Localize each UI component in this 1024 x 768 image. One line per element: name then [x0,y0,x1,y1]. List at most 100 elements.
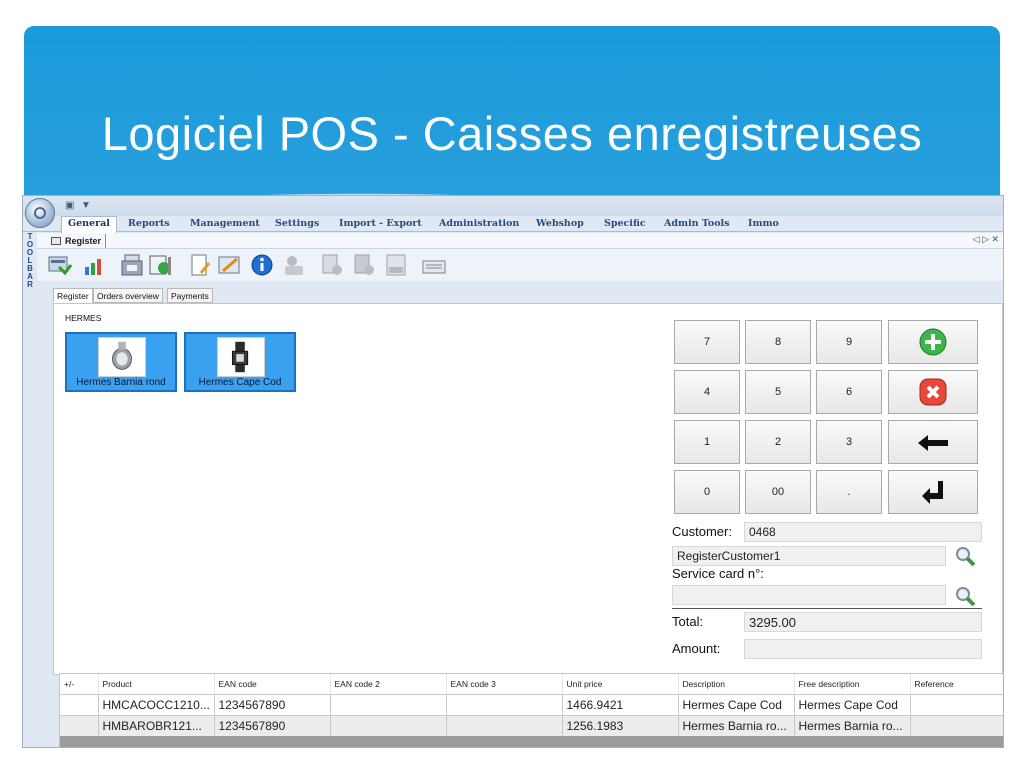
cell[interactable] [910,694,1003,716]
column-header[interactable]: +/- [60,674,99,695]
cell[interactable] [60,694,99,716]
column-header[interactable]: Description [678,674,795,695]
document-tab-label: Register [65,236,102,246]
key-2[interactable]: 2 [745,420,811,464]
add-book-icon[interactable] [351,253,377,277]
grid-header-row: +/- Product EAN code EAN code 2 EAN code… [60,674,1003,695]
enter-icon [922,481,943,504]
tab-import-export[interactable]: Import - Export [339,218,422,229]
column-header[interactable]: Reference [910,674,1003,695]
cell[interactable] [330,715,447,737]
cell[interactable] [910,715,1003,737]
cell[interactable]: HMCACOCC1210... [98,694,215,716]
product-tile-hermes-barnia-rond[interactable]: Hermes Barnia rond [65,332,177,392]
tab-admin-tools[interactable]: Admin Tools [664,218,730,229]
cell[interactable]: 1234567890 [214,694,331,716]
add-button[interactable] [888,320,978,364]
add-document-icon[interactable] [319,253,345,277]
key-8[interactable]: 8 [745,320,811,364]
enter-button[interactable] [888,470,978,514]
tab-webshop[interactable]: Webshop [536,218,584,229]
tab-immo[interactable]: Immo [748,218,779,229]
cell[interactable]: Hermes Barnia ro... [794,715,911,737]
customer-search-icon[interactable] [954,545,976,567]
tab-general[interactable]: General [61,216,117,233]
column-header[interactable]: Unit price [562,674,679,695]
key-4[interactable]: 4 [674,370,740,414]
xlsx-export-icon[interactable] [383,253,409,277]
add-icon [919,328,947,356]
stats-icon[interactable] [81,253,107,277]
register-panel: HERMES Hermes Barnia rond Hermes Cape Co… [53,303,1003,675]
cell[interactable]: HMBAROBR121... [98,715,215,737]
tab-orders-overview[interactable]: Orders overview [93,288,163,303]
column-header[interactable]: EAN code 2 [330,674,447,695]
column-header[interactable]: Product [98,674,215,695]
application-menu-button[interactable] [25,198,55,228]
customer-name-field[interactable]: RegisterCustomer1 [672,546,946,566]
product-tile-hermes-cape-cod[interactable]: Hermes Cape Cod [184,332,296,392]
refresh-report-icon[interactable] [147,253,173,277]
cell[interactable]: Hermes Cape Cod [794,694,911,716]
icon-toolbar [37,249,1003,281]
tab-administration[interactable]: Administration [439,218,519,229]
register-icon[interactable] [47,253,73,277]
order-lines-grid: +/- Product EAN code EAN code 2 EAN code… [59,673,1003,747]
key-9[interactable]: 9 [816,320,882,364]
document-tab-controls[interactable]: ◁ ▷ ✕ [973,234,999,245]
keyboard-icon[interactable] [421,253,447,277]
info-icon[interactable] [249,253,275,277]
table-row[interactable]: HMBAROBR121... 1234567890 1256.1983 Herm… [60,715,1003,737]
key-decimal[interactable]: . [816,470,882,514]
document-tab-register[interactable]: Register [49,234,107,248]
cash-register-icon[interactable] [119,253,145,277]
backspace-button[interactable] [888,420,978,464]
cell[interactable] [446,694,563,716]
tab-management[interactable]: Management [190,218,260,229]
cell[interactable]: 1234567890 [214,715,331,737]
ribbon-tab-bar: General Reports Management Settings Impo… [23,216,1003,233]
service-card-search-icon[interactable] [954,585,976,607]
tab-specific[interactable]: Specific [604,218,646,229]
new-document-icon[interactable] [187,253,213,277]
cell[interactable]: Hermes Barnia ro... [678,715,795,737]
key-5[interactable]: 5 [745,370,811,414]
slide-title: Logiciel POS - Caisses enregistreuses [101,107,923,160]
totals-divider [672,608,982,609]
cancel-button[interactable] [888,370,978,414]
backspace-icon [918,435,948,451]
tab-settings[interactable]: Settings [275,218,319,229]
customer-number-field[interactable]: 0468 [744,522,982,542]
amount-label: Amount: [672,641,721,656]
pos-application-window: ▣ ▼ General Reports Management Settings … [22,195,1004,748]
cell[interactable] [446,715,563,737]
key-7[interactable]: 7 [674,320,740,364]
key-3[interactable]: 3 [816,420,882,464]
column-header[interactable]: EAN code 3 [446,674,563,695]
cell[interactable]: Hermes Cape Cod [678,694,795,716]
column-header[interactable]: EAN code [214,674,331,695]
tab-payments[interactable]: Payments [167,288,213,303]
tab-reports[interactable]: Reports [128,218,170,229]
toolbar-side-label: T O O L B A R [23,233,37,747]
service-card-field[interactable] [672,585,946,605]
column-header[interactable]: Free description [794,674,911,695]
user-card-icon[interactable] [281,253,307,277]
key-6[interactable]: 6 [816,370,882,414]
key-1[interactable]: 1 [674,420,740,464]
quick-save-icon[interactable]: ▣ [65,200,74,211]
service-card-label: Service card n°: [672,566,764,581]
slide-header: Logiciel POS - Caisses enregistreuses [24,26,1000,218]
key-00[interactable]: 00 [745,470,811,514]
edit-icon[interactable] [217,253,243,277]
quick-access-dropdown-icon[interactable]: ▼ [81,200,91,211]
tab-register[interactable]: Register [53,288,93,303]
cell[interactable] [330,694,447,716]
cell[interactable]: 1256.1983 [562,715,679,737]
cell[interactable]: 1466.9421 [562,694,679,716]
cell[interactable] [60,715,99,737]
amount-field[interactable] [744,639,982,659]
key-0[interactable]: 0 [674,470,740,514]
table-row[interactable]: HMCACOCC1210... 1234567890 1466.9421 Her… [60,694,1003,716]
cancel-icon [919,378,947,406]
